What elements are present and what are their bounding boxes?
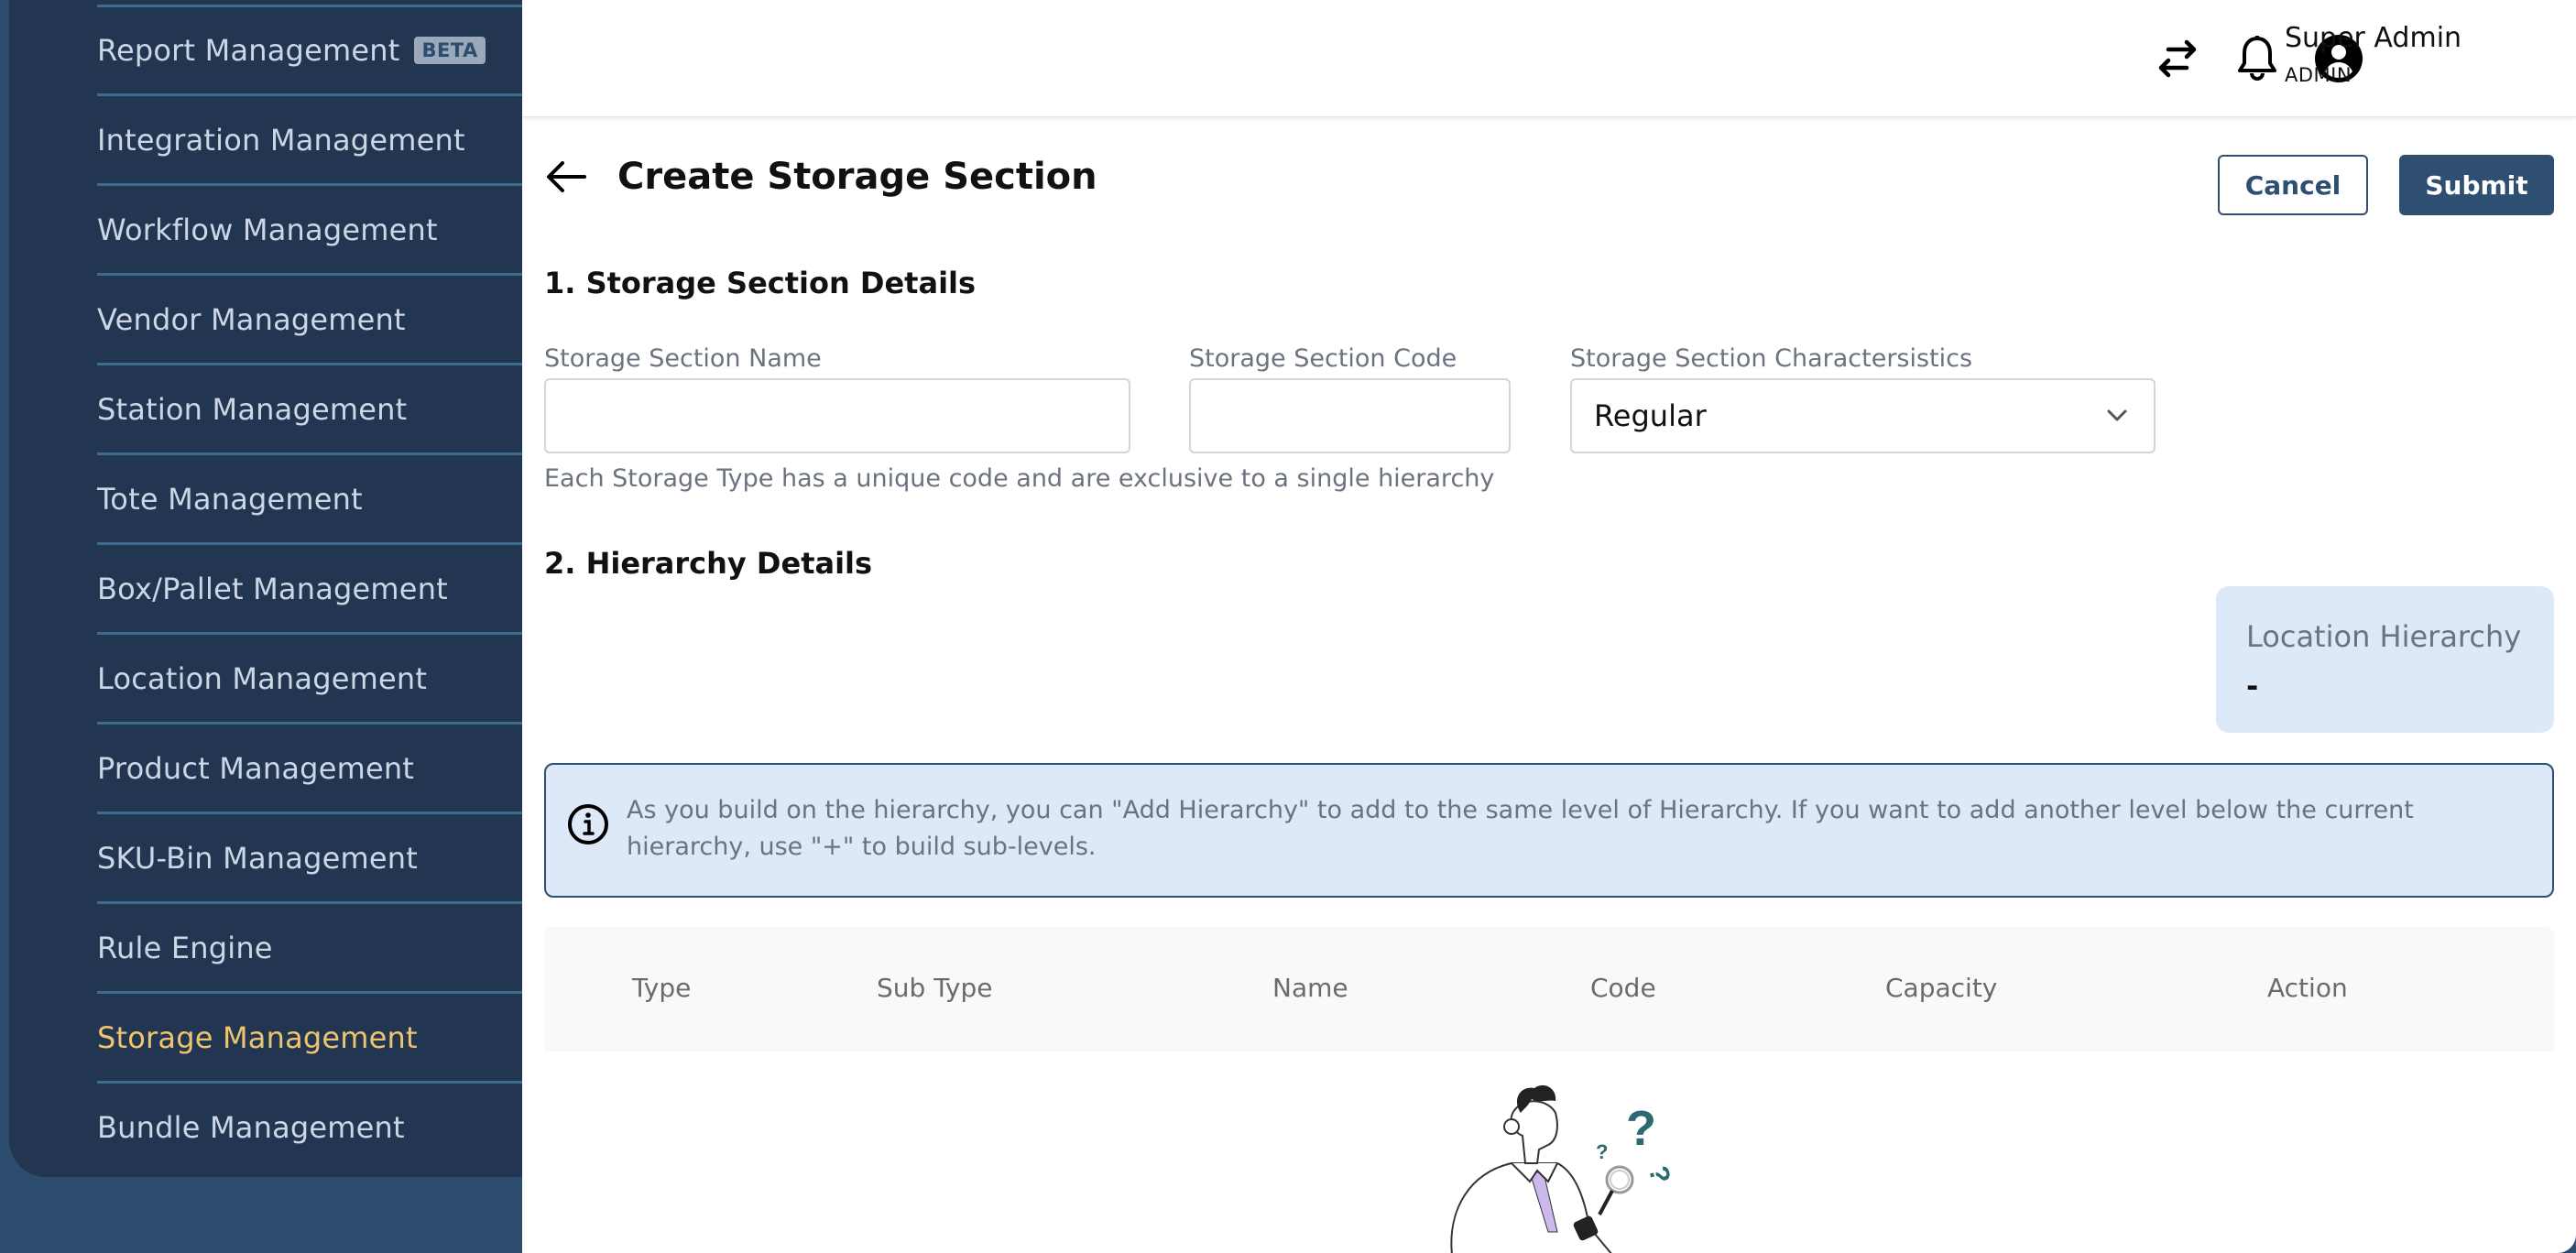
sidebar-item-vendor-management[interactable]: Vendor Management [97,275,522,365]
column-header-code: Code [1590,973,1656,1003]
sidebar-item-storage-management[interactable]: Storage Management [97,993,522,1083]
location-hierarchy-label: Location Hierarchy [2246,619,2522,654]
swap-arrows-icon[interactable] [2152,33,2203,84]
chevron-down-icon [2102,401,2132,430]
svg-text:?: ? [1596,1140,1608,1163]
column-header-name: Name [1272,973,1348,1003]
column-header-type: Type [632,973,692,1003]
bell-icon[interactable] [2232,33,2283,84]
hierarchy-info-banner: As you build on the hierarchy, you can "… [544,763,2554,898]
column-header-action: Action [2267,973,2348,1003]
sidebar-item-label: Bundle Management [97,1110,405,1145]
storage-section-name-input[interactable] [544,378,1130,453]
hierarchy-table-header: Type Sub Type Name Code Capacity Action [544,927,2554,1051]
sidebar-item-label: Report Management [97,33,400,68]
user-role: ADMIN [2285,64,2352,86]
sidebar-item-label: Location Management [97,661,428,696]
location-hierarchy-value: - [2246,669,2259,703]
sidebar-item-label: Storage Management [97,1020,418,1055]
sidebar-item-integration-management[interactable]: Integration Management [97,95,522,185]
sidebar-item-report-management[interactable]: Report Management BETA [97,5,522,95]
empty-state-illustration: ? ? ? [1420,1072,1713,1253]
sidebar-item-product-management[interactable]: Product Management [97,724,522,813]
sidebar-item-workflow-management[interactable]: Workflow Management [97,185,522,275]
sidebar-item-label: SKU-Bin Management [97,841,418,876]
sidebar-item-label: Vendor Management [97,302,406,337]
sidebar-item-label: Rule Engine [97,931,273,965]
top-header: Super Admin ADMIN [522,0,2576,117]
sidebar-item-label: Product Management [97,751,415,786]
sidebar-item-label: Tote Management [97,482,363,517]
page-title: Create Storage Section [617,156,1097,198]
back-arrow-icon[interactable] [544,156,588,198]
code-help-text: Each Storage Type has a unique code and … [544,464,1495,493]
svg-text:?: ? [1643,1163,1675,1185]
svg-text:?: ? [1626,1101,1656,1156]
storage-section-characteristics-select[interactable]: Regular [1570,378,2156,453]
column-header-sub-type: Sub Type [877,973,993,1003]
section-hierarchy-details-title: 2. Hierarchy Details [544,546,873,581]
sidebar-item-label: Integration Management [97,123,465,158]
sidebar-item-location-management[interactable]: Location Management [97,634,522,724]
location-hierarchy-card: Location Hierarchy - [2216,586,2554,733]
storage-section-code-label: Storage Section Code [1189,344,1457,373]
sidebar-item-tote-management[interactable]: Tote Management [97,454,522,544]
sidebar-container: Report Management BETA Integration Manag… [0,0,522,1253]
cancel-button[interactable]: Cancel [2218,155,2368,215]
sidebar-item-label: Station Management [97,392,408,427]
sidebar-item-label: Workflow Management [97,212,438,247]
sidebar-item-box-pallet-management[interactable]: Box/Pallet Management [97,544,522,634]
main-content: Super Admin ADMIN Create Storage Section… [522,0,2576,1253]
sidebar-item-bundle-management[interactable]: Bundle Management [97,1083,522,1172]
column-header-capacity: Capacity [1885,973,1998,1003]
submit-button[interactable]: Submit [2399,155,2554,215]
beta-badge: BETA [414,37,486,64]
select-value: Regular [1594,398,1707,433]
sidebar-item-sku-bin-management[interactable]: SKU-Bin Management [97,813,522,903]
storage-section-name-label: Storage Section Name [544,344,822,373]
info-icon [566,802,610,846]
storage-section-characteristics-label: Storage Section Charactersistics [1570,344,1973,373]
info-text: As you build on the hierarchy, you can "… [627,796,2414,861]
sidebar-item-station-management[interactable]: Station Management [97,365,522,454]
user-name: Super Admin [2285,22,2462,54]
sidebar-item-rule-engine[interactable]: Rule Engine [97,903,522,993]
sidebar-nav: Report Management BETA Integration Manag… [9,0,522,1177]
section-storage-details-title: 1. Storage Section Details [544,266,977,300]
storage-section-code-input[interactable] [1189,378,1511,453]
sidebar-item-label: Box/Pallet Management [97,572,448,606]
